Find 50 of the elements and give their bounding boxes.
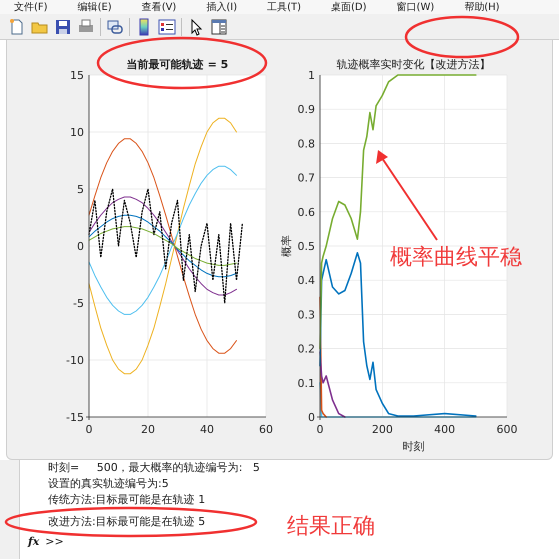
save-icon[interactable] [54,18,72,36]
command-prompt[interactable]: >> [45,535,64,549]
menu-item[interactable]: 桌面(D) [331,2,367,14]
menu-item[interactable]: 工具(T) [267,2,302,14]
y-tick-label: 10 [70,126,84,139]
y-tick-label: -5 [73,297,84,310]
x-axis-label: 时刻 [402,440,424,453]
y-tick-label: -10 [66,354,84,367]
x-tick-label: 600 [496,423,518,436]
x-tick-label: 0 [316,423,324,436]
annotation-text: 概率曲线平稳 [390,244,522,272]
menu-item[interactable]: 窗口(W) [396,2,434,14]
y-tick-label: 1 [308,69,315,82]
menu-item[interactable]: 插入(I) [206,2,238,14]
chart-title: 轨迹概率实时变化【改进方法】 [336,58,490,71]
y-tick-label: -15 [66,411,84,424]
y-tick-label: 0.2 [298,342,315,356]
y-tick-label: 15 [70,69,84,82]
chart-title: 当前最可能轨迹 = 5 [126,58,228,71]
property-panel-icon[interactable] [210,18,228,36]
menu-item[interactable]: 帮助(H) [464,2,500,14]
y-tick-label: 5 [77,183,84,196]
y-tick-label: 0 [77,240,84,253]
annotation-text: 结果正确 [287,513,375,541]
x-tick-label: 60 [259,423,273,436]
x-tick-label: 40 [200,423,214,436]
x-tick-label: 0 [86,423,92,436]
menu-item[interactable]: 文件(F) [14,2,48,14]
x-tick-label: 400 [434,423,456,436]
console-line: 传统方法:目标最可能是在轨迹 1 [48,492,206,508]
x-tick-label: 20 [141,423,155,436]
y-axis-label: 概率 [280,235,293,257]
legend-icon[interactable] [158,18,176,36]
console-line: 改进方法:目标最可能是在轨迹 5 [48,514,206,530]
y-tick-label: 0.5 [298,240,315,253]
y-tick-label: 0.7 [298,172,315,185]
menu-item[interactable]: 查看(V) [142,2,176,14]
x-tick-label: 200 [372,423,393,436]
y-tick-label: 0.1 [298,376,315,390]
menu-item[interactable]: 编辑(E) [78,2,112,14]
console-line: 设置的真实轨迹编号为:5 [48,476,169,492]
link-icon[interactable] [106,18,124,36]
y-tick-label: 0.3 [298,308,315,322]
y-tick-label: 0.9 [298,103,315,116]
function-icon[interactable]: fx [28,536,40,548]
y-tick-label: 0.4 [298,274,315,288]
console-line: 时刻= 500，最大概率的轨迹编号为: 5 [48,460,260,476]
y-tick-label: 0.6 [298,206,315,219]
y-tick-label: 0 [308,411,315,424]
y-tick-label: 0.8 [298,137,315,150]
